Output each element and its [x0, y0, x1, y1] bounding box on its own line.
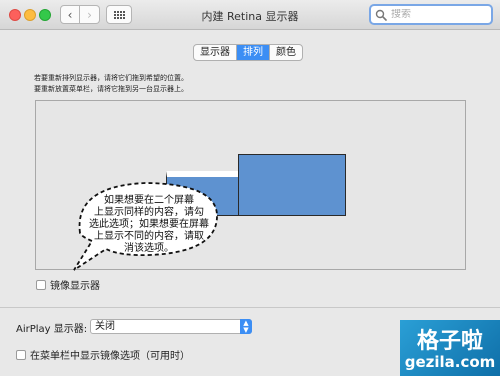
callout-text: 如果想要在二个屏幕 上显示同样的内容，请勾 选此选项；如果想要在屏幕 上显示不同… — [86, 195, 212, 255]
search-icon — [375, 9, 387, 21]
callout-line: 消该选项。 — [124, 243, 174, 254]
airplay-selected-value: 关闭 — [95, 321, 115, 332]
instruction-line: 要重新放置菜单栏，请将它拖到另一台显示器上。 — [34, 85, 188, 93]
menubar-mirroring-label: 在菜单栏中显示镜像选项（可用时） — [30, 351, 190, 362]
divider — [0, 307, 500, 308]
segmented-tabs: 显示器 排列 颜色 — [193, 44, 303, 61]
watermark-domain: gezila.com — [404, 353, 496, 371]
tab-arrangement[interactable]: 排列 — [236, 45, 269, 60]
updown-arrows-icon: ▲ ▼ — [240, 319, 252, 334]
callout-line: 如果想要在二个屏幕 — [104, 195, 194, 206]
mirror-displays-option[interactable]: 镜像显示器 — [36, 277, 100, 292]
callout-line: 选此选项；如果想要在屏幕 — [89, 219, 209, 230]
instructions: 若要重新排列显示器，请将它们拖到希望的位置。 要重新放置菜单栏，请将它拖到另一台… — [34, 73, 188, 95]
tab-color[interactable]: 颜色 — [269, 45, 302, 60]
search-input[interactable] — [391, 9, 487, 20]
menubar-mirroring-option[interactable]: 在菜单栏中显示镜像选项（可用时） — [16, 347, 190, 362]
mirror-displays-label: 镜像显示器 — [50, 281, 100, 292]
title-bar: ‹ › 内建 Retina 显示器 — [0, 0, 500, 30]
mirror-displays-checkbox[interactable] — [36, 279, 46, 290]
external-display-thumbnail[interactable] — [238, 154, 346, 216]
search-field[interactable] — [369, 4, 493, 25]
watermark-title: 格子啦 — [416, 329, 483, 354]
airplay-label: AirPlay 显示器: — [16, 324, 88, 335]
menubar-mirroring-checkbox[interactable] — [16, 349, 26, 360]
watermark-logo: 格子啦 gezila.com — [400, 320, 500, 376]
instruction-line: 若要重新排列显示器，请将它们拖到希望的位置。 — [34, 74, 188, 82]
airplay-select[interactable]: 关闭 ▲ ▼ — [90, 319, 252, 334]
callout-line: 上显示同样的内容，请勾 — [94, 207, 204, 218]
tab-display[interactable]: 显示器 — [194, 45, 236, 60]
callout-line: 上显示不同的内容，请取 — [94, 231, 204, 242]
